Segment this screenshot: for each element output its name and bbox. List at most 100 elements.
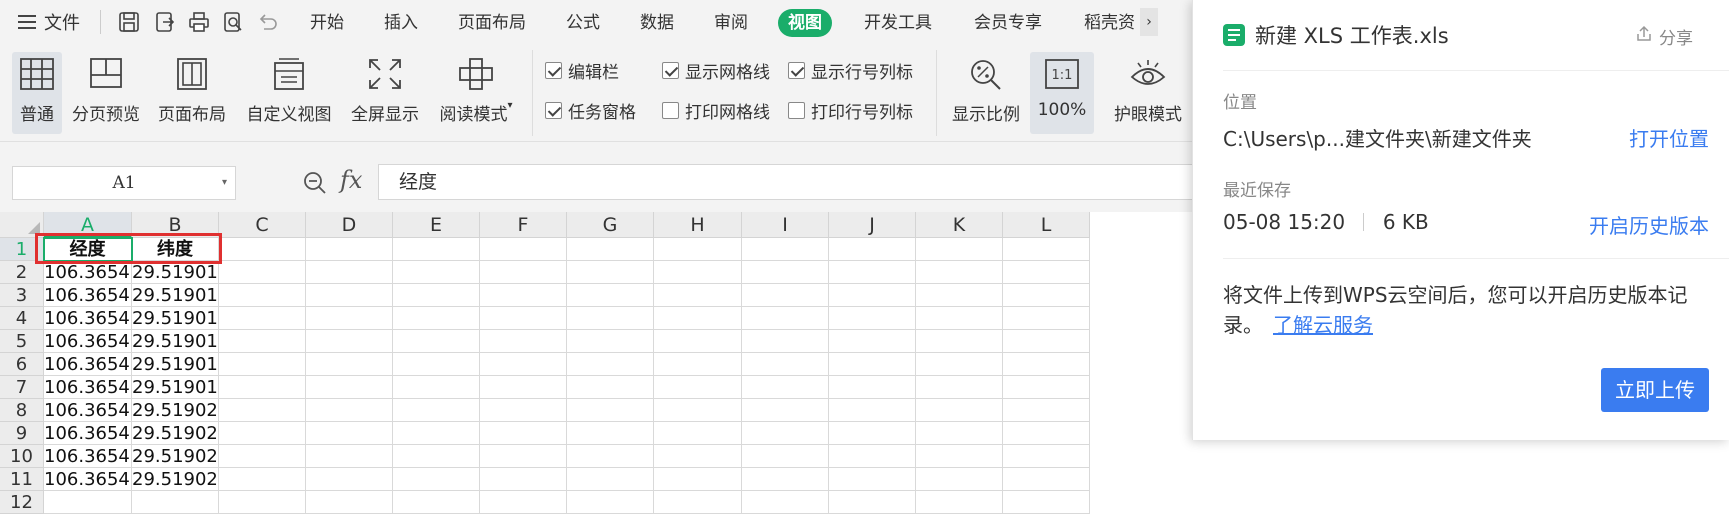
cell-g2[interactable] xyxy=(567,261,654,284)
cell-i11[interactable] xyxy=(742,468,829,491)
row-header-10[interactable]: 10 xyxy=(0,445,44,468)
row-header-1[interactable]: 1 xyxy=(0,238,44,261)
cell-e5[interactable] xyxy=(393,330,480,353)
cell-d2[interactable] xyxy=(306,261,393,284)
cell-k7[interactable] xyxy=(916,376,1003,399)
row-header-6[interactable]: 6 xyxy=(0,353,44,376)
save-icon[interactable] xyxy=(116,9,142,35)
cell-j7[interactable] xyxy=(829,376,916,399)
cell-b7[interactable]: 29.51901 xyxy=(132,376,219,399)
cell-d8[interactable] xyxy=(306,399,393,422)
zoom-ratio-button[interactable]: 显示比例 xyxy=(946,52,1026,134)
cell-e4[interactable] xyxy=(393,307,480,330)
learn-cloud-link[interactable]: 了解云服务 xyxy=(1273,313,1373,337)
cell-l9[interactable] xyxy=(1003,422,1090,445)
cell-l6[interactable] xyxy=(1003,353,1090,376)
column-header-f[interactable]: F xyxy=(480,212,567,238)
row-header-12[interactable]: 12 xyxy=(0,491,44,514)
cell-i4[interactable] xyxy=(742,307,829,330)
cell-g6[interactable] xyxy=(567,353,654,376)
cell-a5[interactable]: 106.3654 xyxy=(44,330,132,353)
cell-d6[interactable] xyxy=(306,353,393,376)
cell-l11[interactable] xyxy=(1003,468,1090,491)
column-header-l[interactable]: L xyxy=(1003,212,1090,238)
cell-a7[interactable]: 106.3654 xyxy=(44,376,132,399)
zoom-100-button[interactable]: 1:1 100% xyxy=(1030,52,1094,134)
cell-i1[interactable] xyxy=(742,238,829,261)
cell-g8[interactable] xyxy=(567,399,654,422)
row-header-8[interactable]: 8 xyxy=(0,399,44,422)
cell-e8[interactable] xyxy=(393,399,480,422)
cell-a12[interactable] xyxy=(44,491,132,514)
cell-h1[interactable] xyxy=(654,238,742,261)
share-button[interactable]: 分享 xyxy=(1635,24,1693,49)
cell-k8[interactable] xyxy=(916,399,1003,422)
cell-f9[interactable] xyxy=(480,422,567,445)
cell-c6[interactable] xyxy=(219,353,306,376)
cell-l8[interactable] xyxy=(1003,399,1090,422)
open-location-link[interactable]: 打开位置 xyxy=(1629,123,1709,152)
column-header-h[interactable]: H xyxy=(654,212,742,238)
column-header-d[interactable]: D xyxy=(306,212,393,238)
cell-i12[interactable] xyxy=(742,491,829,514)
cell-j12[interactable] xyxy=(829,491,916,514)
cell-d11[interactable] xyxy=(306,468,393,491)
cell-b9[interactable]: 29.51902 xyxy=(132,422,219,445)
cell-j6[interactable] xyxy=(829,353,916,376)
upload-now-button[interactable]: 立即上传 xyxy=(1601,368,1709,412)
cell-c10[interactable] xyxy=(219,445,306,468)
cell-c8[interactable] xyxy=(219,399,306,422)
cell-i6[interactable] xyxy=(742,353,829,376)
cell-e2[interactable] xyxy=(393,261,480,284)
export-pdf-icon[interactable] xyxy=(152,9,178,35)
print-icon[interactable] xyxy=(186,9,212,35)
cell-h6[interactable] xyxy=(654,353,742,376)
row-header-9[interactable]: 9 xyxy=(0,422,44,445)
eye-protection-button[interactable]: 护眼模式 xyxy=(1108,52,1188,134)
cell-c11[interactable] xyxy=(219,468,306,491)
row-header-5[interactable]: 5 xyxy=(0,330,44,353)
cell-b6[interactable]: 29.51901 xyxy=(132,353,219,376)
cell-e12[interactable] xyxy=(393,491,480,514)
column-header-j[interactable]: J xyxy=(829,212,916,238)
cell-d10[interactable] xyxy=(306,445,393,468)
cell-h11[interactable] xyxy=(654,468,742,491)
fx-function-button[interactable]: fx xyxy=(340,166,362,194)
cell-b11[interactable]: 29.51902 xyxy=(132,468,219,491)
reading-mode-button[interactable]: 阅读模式▾ xyxy=(432,52,520,134)
cell-j2[interactable] xyxy=(829,261,916,284)
tab-home[interactable]: 开始 xyxy=(300,9,354,37)
tab-member[interactable]: 会员专享 xyxy=(964,9,1052,37)
undo-icon[interactable] xyxy=(254,9,280,35)
column-header-g[interactable]: G xyxy=(567,212,654,238)
cell-k11[interactable] xyxy=(916,468,1003,491)
cell-g9[interactable] xyxy=(567,422,654,445)
cell-f11[interactable] xyxy=(480,468,567,491)
cell-b3[interactable]: 29.51901 xyxy=(132,284,219,307)
cell-h4[interactable] xyxy=(654,307,742,330)
cell-a1[interactable]: 经度 xyxy=(44,238,132,261)
cell-g1[interactable] xyxy=(567,238,654,261)
edit-bar-checkbox[interactable]: 编辑栏 xyxy=(545,58,619,83)
cell-d5[interactable] xyxy=(306,330,393,353)
cell-e7[interactable] xyxy=(393,376,480,399)
cell-g3[interactable] xyxy=(567,284,654,307)
cell-a6[interactable]: 106.3654 xyxy=(44,353,132,376)
cell-d3[interactable] xyxy=(306,284,393,307)
cell-l7[interactable] xyxy=(1003,376,1090,399)
cell-f7[interactable] xyxy=(480,376,567,399)
cell-k5[interactable] xyxy=(916,330,1003,353)
tab-docer[interactable]: 稻壳资 xyxy=(1074,9,1145,37)
cell-e10[interactable] xyxy=(393,445,480,468)
cell-d1[interactable] xyxy=(306,238,393,261)
cell-g11[interactable] xyxy=(567,468,654,491)
cell-b8[interactable]: 29.51902 xyxy=(132,399,219,422)
row-header-4[interactable]: 4 xyxy=(0,307,44,330)
cell-b2[interactable]: 29.51901 xyxy=(132,261,219,284)
cell-i3[interactable] xyxy=(742,284,829,307)
cell-i8[interactable] xyxy=(742,399,829,422)
column-header-k[interactable]: K xyxy=(916,212,1003,238)
cell-a8[interactable]: 106.3654 xyxy=(44,399,132,422)
cell-c12[interactable] xyxy=(219,491,306,514)
column-header-e[interactable]: E xyxy=(393,212,480,238)
